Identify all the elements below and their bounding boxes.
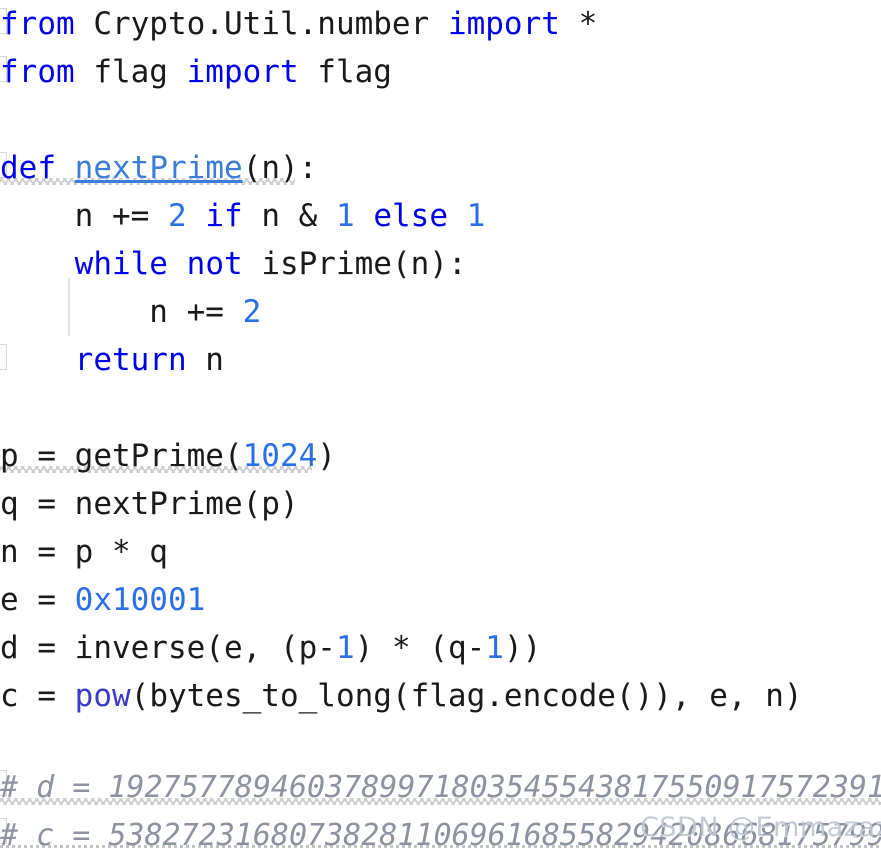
code-token: pow	[74, 678, 131, 714]
code-line[interactable]: n = p * q	[0, 528, 168, 576]
code-token: (bytes_to_long(flag.encode()), e, n)	[130, 678, 803, 714]
code-token: return	[74, 342, 187, 378]
code-token: 1	[335, 630, 355, 666]
code-token: flag	[298, 54, 392, 90]
code-token: c =	[0, 678, 75, 714]
code-editor-canvas[interactable]: from Crypto.Util.number import * from fla…	[0, 0, 881, 851]
code-token: 0x10001	[74, 582, 206, 618]
code-token: def	[0, 150, 56, 186]
code-token: )	[317, 438, 336, 474]
code-token: Crypto.Util.number	[74, 6, 448, 42]
code-token: isPrime(n):	[242, 246, 467, 282]
code-token: flag	[74, 54, 187, 90]
code-token: n +=	[0, 198, 168, 234]
code-token: 2	[242, 294, 262, 330]
code-token: n &	[242, 198, 336, 234]
code-line[interactable]: p = getPrime(1024)	[0, 432, 336, 480]
code-token: 2	[167, 198, 187, 234]
code-token: 1	[485, 630, 504, 666]
code-line[interactable]: from flag import flag	[0, 48, 392, 96]
code-token: from	[0, 54, 75, 90]
code-token: e =	[0, 582, 75, 618]
code-line[interactable]: c = pow(bytes_to_long(flag.encode()), e,…	[0, 672, 803, 720]
code-token: from	[0, 6, 75, 42]
code-line[interactable]: return n	[0, 336, 224, 384]
code-token: (n):	[242, 150, 318, 186]
code-token: q = nextPrime(p)	[0, 486, 299, 522]
code-line[interactable]: from Crypto.Util.number import *	[0, 0, 597, 48]
code-token: n = p * q	[0, 534, 168, 570]
code-token: else	[373, 198, 448, 234]
code-line[interactable]: q = nextPrime(p)	[0, 480, 299, 528]
code-token: ) * (q-	[354, 630, 486, 666]
code-token: import	[186, 54, 299, 90]
code-token: 1	[335, 198, 355, 234]
code-line[interactable]: while not isPrime(n):	[0, 240, 467, 288]
code-token: n +=	[0, 294, 243, 330]
code-line[interactable]: n += 2 if n & 1 else 1	[0, 192, 486, 240]
code-line[interactable]: e = 0x10001	[0, 576, 205, 624]
code-line[interactable]: def nextPrime(n):	[0, 144, 317, 192]
code-line[interactable]: n += 2	[0, 288, 261, 336]
code-token: *	[578, 6, 598, 42]
code-token: 1	[466, 198, 486, 234]
code-token: not	[186, 246, 243, 282]
code-token: import	[447, 6, 560, 42]
code-token: nextPrime	[74, 150, 243, 186]
code-token: d = inverse(e, (p-	[0, 630, 336, 666]
code-line[interactable]: d = inverse(e, (p-1) * (q-1))	[0, 624, 541, 672]
code-token: if	[205, 198, 243, 234]
code-token: n	[186, 342, 224, 378]
code-comment-line[interactable]: # d = 1927577894603789971803545543817550…	[0, 764, 881, 812]
code-token: ))	[503, 630, 542, 666]
code-token: 1024	[242, 438, 318, 474]
code-token: while	[74, 246, 168, 282]
code-comment-line[interactable]: # c = 5382723168073828110696168558294208…	[0, 812, 881, 851]
code-token: p = getPrime(	[0, 438, 243, 474]
